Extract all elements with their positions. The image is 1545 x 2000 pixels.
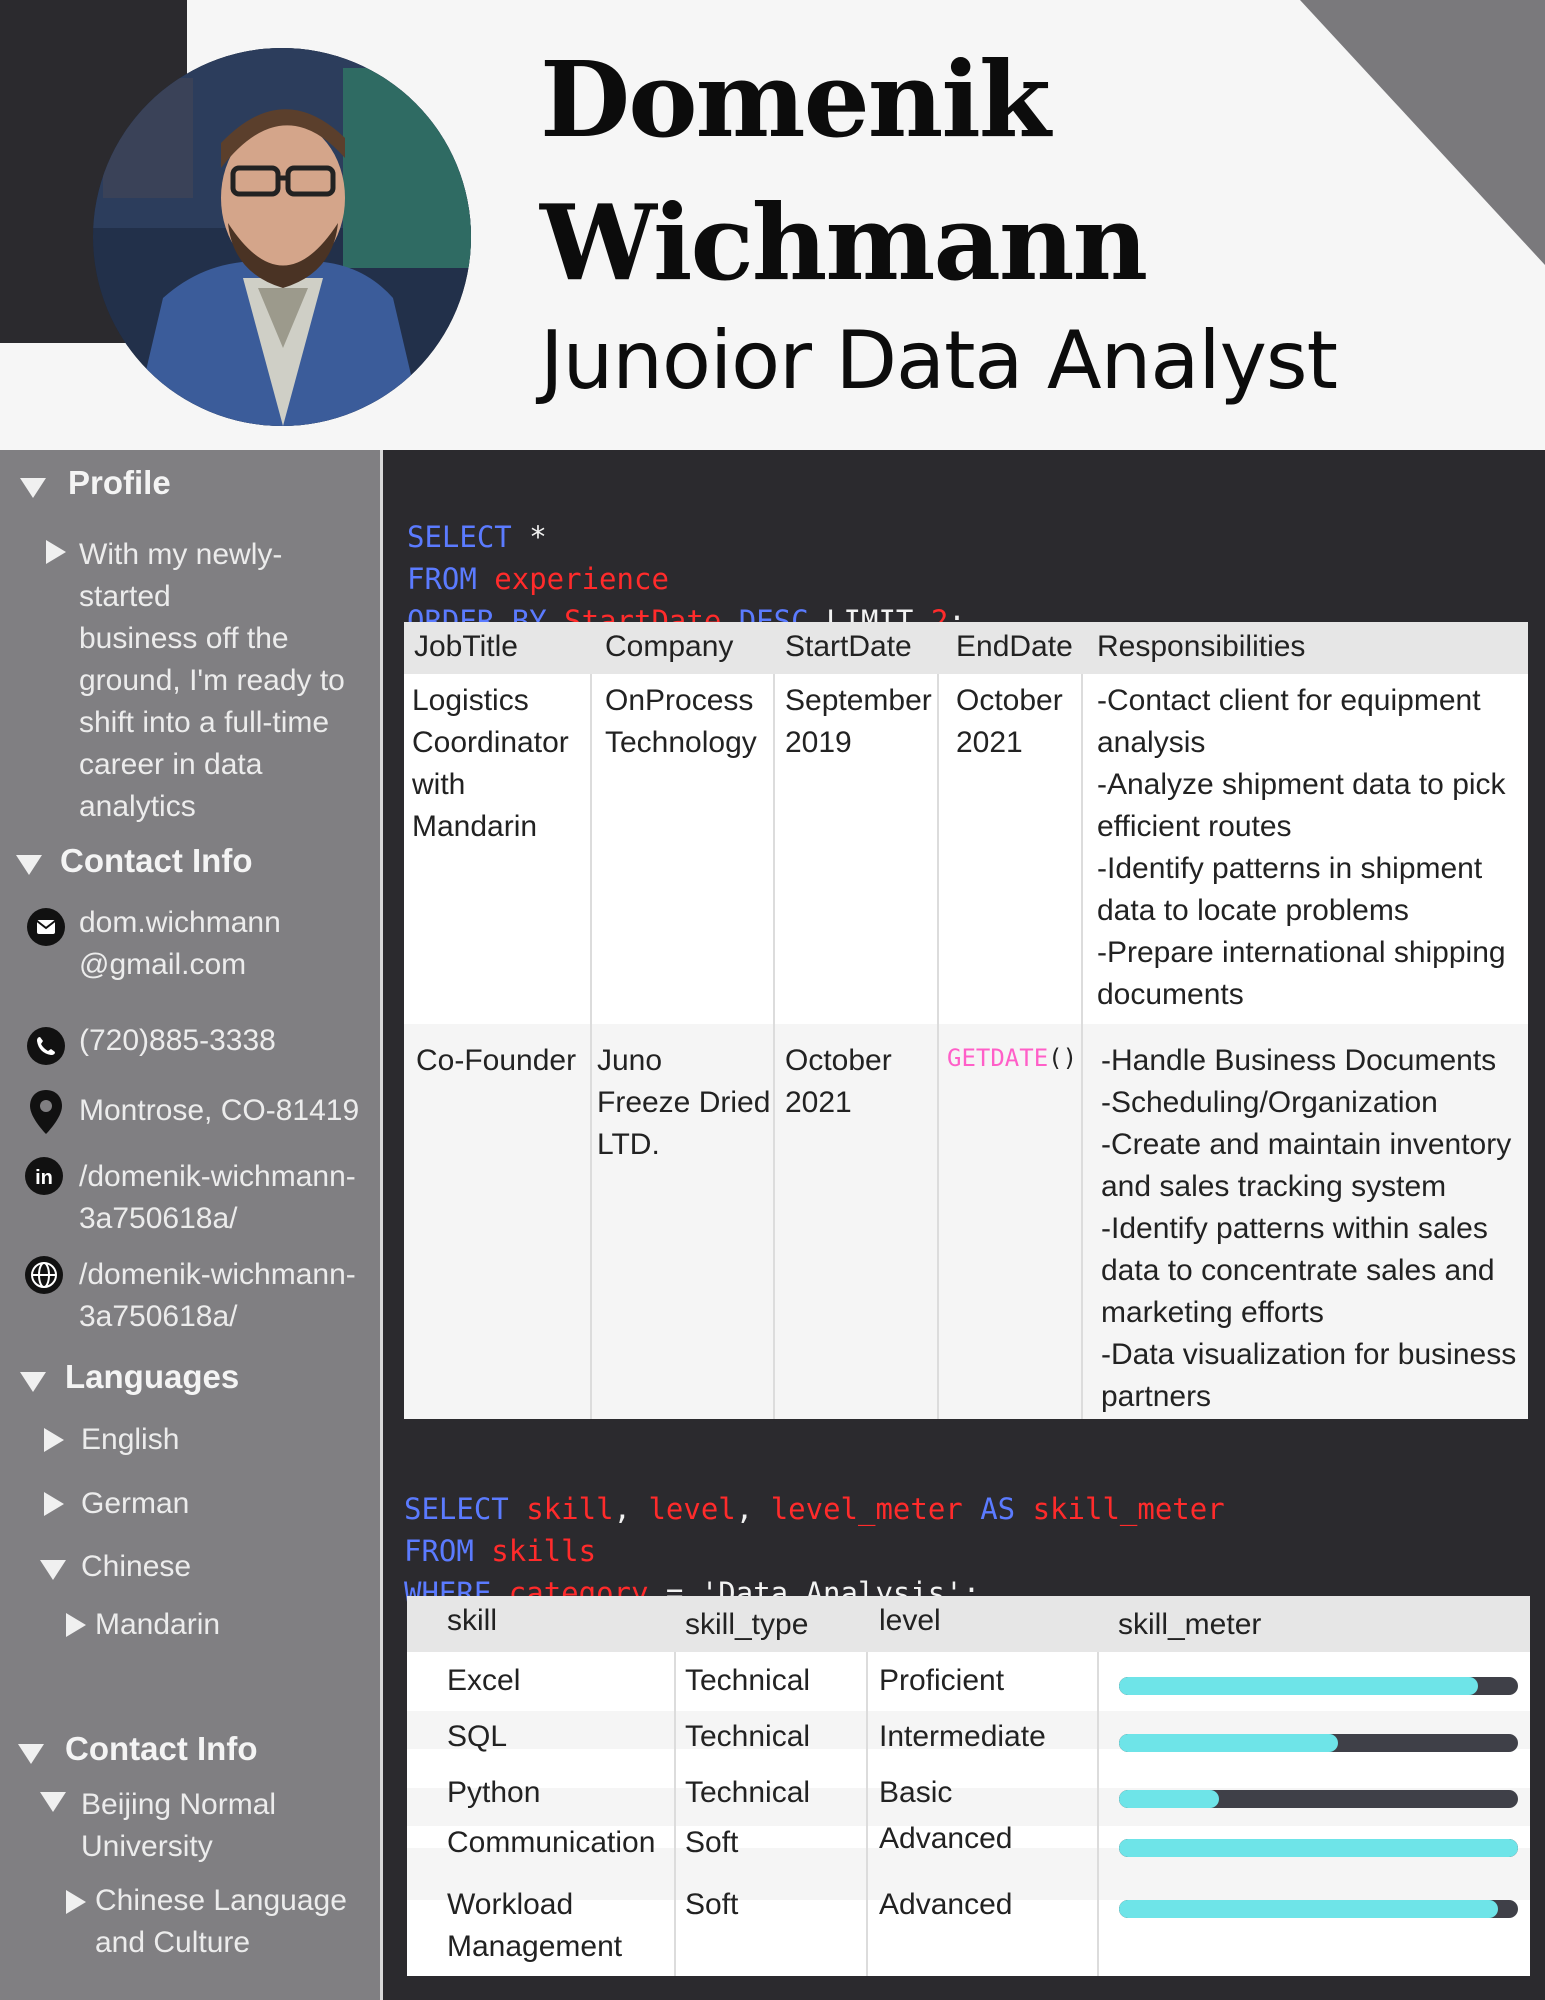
language-english: English — [81, 1423, 180, 1456]
row1-company: OnProcess Technology — [605, 684, 757, 759]
location: Montrose, CO-81419 — [79, 1094, 360, 1127]
skill-type: Technical — [685, 1664, 811, 1697]
row2-jobtitle: Co-Founder — [416, 1044, 577, 1077]
phone[interactable]: (720)885-3338 — [79, 1020, 276, 1062]
language-bullet-icon[interactable] — [44, 1428, 64, 1457]
skill-type: Soft — [685, 1826, 739, 1859]
col-header-responsibilities[interactable]: Responsibilities — [1097, 630, 1305, 664]
skill-type: Soft — [685, 1888, 739, 1921]
skill-name: Communication — [447, 1826, 656, 1859]
col-header-startdate[interactable]: StartDate — [785, 630, 912, 664]
skill-name: Excel — [447, 1664, 521, 1697]
skill-type: Technical — [685, 1776, 811, 1809]
email[interactable]: dom.wichmann @gmail.com — [79, 902, 281, 986]
col-header-jobtitle[interactable]: JobTitle — [414, 630, 518, 664]
languages-heading: Languages — [65, 1358, 240, 1395]
skills-table: skill skill_type level skill_meter Excel… — [407, 1596, 1530, 1976]
first-name: Domenik — [540, 38, 1051, 161]
profile-text: With my newly- started business off the … — [79, 538, 345, 823]
skill-name: SQL — [447, 1720, 508, 1753]
language-mandarin: Mandarin — [95, 1608, 221, 1641]
svg-text:in: in — [35, 1167, 53, 1189]
skill-meter-bar — [1119, 1900, 1518, 1918]
education-heading: Contact Info — [65, 1730, 258, 1767]
row2-startdate: October 2021 — [785, 1044, 892, 1119]
skill-meter-fill — [1119, 1839, 1518, 1857]
skill-name: Workload Management — [447, 1888, 623, 1963]
education-expanded-icon[interactable] — [40, 1792, 66, 1817]
education-program: Chinese Language and Culture — [95, 1884, 347, 1959]
skill-meter-bar — [1119, 1734, 1518, 1752]
row1-startdate: September 2019 — [785, 684, 932, 759]
profile-bullet-icon — [46, 540, 66, 569]
language-german: German — [81, 1487, 190, 1520]
language-chinese: Chinese — [81, 1550, 192, 1583]
row2-enddate: GETDATE() — [947, 1044, 1078, 1072]
skill-level: Advanced — [879, 1822, 1013, 1855]
skill-level: Advanced — [879, 1888, 1013, 1921]
row2-responsibilities: -Handle Business Documents -Scheduling/Or… — [1101, 1044, 1517, 1413]
mail-icon — [27, 908, 65, 946]
col-header-level[interactable]: level — [879, 1604, 941, 1638]
experience-query: SELECT * FROM experience ORDER BY StartD… — [407, 520, 966, 638]
education-school: Beijing Normal University — [81, 1788, 277, 1863]
skill-level: Intermediate — [879, 1720, 1046, 1753]
skill-name: Python — [447, 1776, 541, 1809]
sidebar: Profile With my newly- started business … — [0, 450, 383, 2000]
job-title: Junoior Data Analyst — [540, 314, 1338, 407]
globe-icon — [25, 1256, 63, 1294]
language-expanded-icon[interactable] — [40, 1560, 66, 1585]
col-header-company[interactable]: Company — [605, 630, 733, 664]
profile-heading: Profile — [68, 464, 171, 501]
profile-toggle-icon[interactable] — [20, 478, 46, 503]
main-panel: SELECT * FROM experience ORDER BY StartD… — [383, 450, 1545, 2000]
education-bullet-icon[interactable] — [66, 1890, 86, 1919]
skill-meter-fill — [1119, 1734, 1339, 1752]
row1-responsibilities: -Contact client for equipment analysis -A… — [1097, 684, 1506, 1011]
skill-level: Basic — [879, 1776, 953, 1809]
col-header-skill-type[interactable]: skill_type — [685, 1608, 808, 1642]
row1-jobtitle: Logistics Coordinator with Mandarin — [412, 684, 569, 843]
skill-meter-fill — [1119, 1900, 1499, 1918]
linkedin-url[interactable]: /domenik-wichmann- 3a750618a/ — [79, 1156, 356, 1240]
profile-photo — [93, 48, 471, 426]
language-bullet-icon[interactable] — [66, 1613, 86, 1642]
last-name: Wichmann — [540, 181, 1148, 304]
languages-toggle-icon[interactable] — [20, 1372, 46, 1397]
header-corner-triangle — [1300, 0, 1545, 265]
row2-company: Juno Freeze Dried LTD. — [597, 1044, 771, 1161]
full-name: Domenik Wichmann — [540, 28, 1148, 314]
col-header-enddate[interactable]: EndDate — [956, 630, 1073, 664]
contact-toggle-icon[interactable] — [16, 855, 42, 880]
skill-type: Technical — [685, 1720, 811, 1753]
skill-meter-bar — [1119, 1677, 1518, 1695]
linkedin-icon: in — [25, 1157, 63, 1195]
row1-enddate: October 2021 — [956, 684, 1063, 759]
col-header-skill-meter[interactable]: skill_meter — [1118, 1608, 1261, 1642]
website-url[interactable]: /domenik-wichmann- 3a750618a/ — [79, 1254, 356, 1338]
skill-meter-bar — [1119, 1839, 1518, 1857]
skill-level: Proficient — [879, 1664, 1005, 1697]
phone-icon — [27, 1027, 65, 1065]
language-bullet-icon[interactable] — [44, 1492, 64, 1521]
contact-heading: Contact Info — [60, 842, 253, 879]
location-pin-icon — [29, 1090, 63, 1134]
skill-meter-bar — [1119, 1790, 1518, 1808]
experience-table: JobTitle Company StartDate EndDate Respo… — [404, 622, 1528, 1419]
skill-meter-fill — [1119, 1677, 1479, 1695]
education-toggle-icon[interactable] — [18, 1744, 44, 1769]
skills-query: SELECT skill, level, level_meter AS skil… — [404, 1492, 1225, 1610]
col-header-skill[interactable]: skill — [447, 1604, 497, 1638]
skill-meter-fill — [1119, 1790, 1219, 1808]
